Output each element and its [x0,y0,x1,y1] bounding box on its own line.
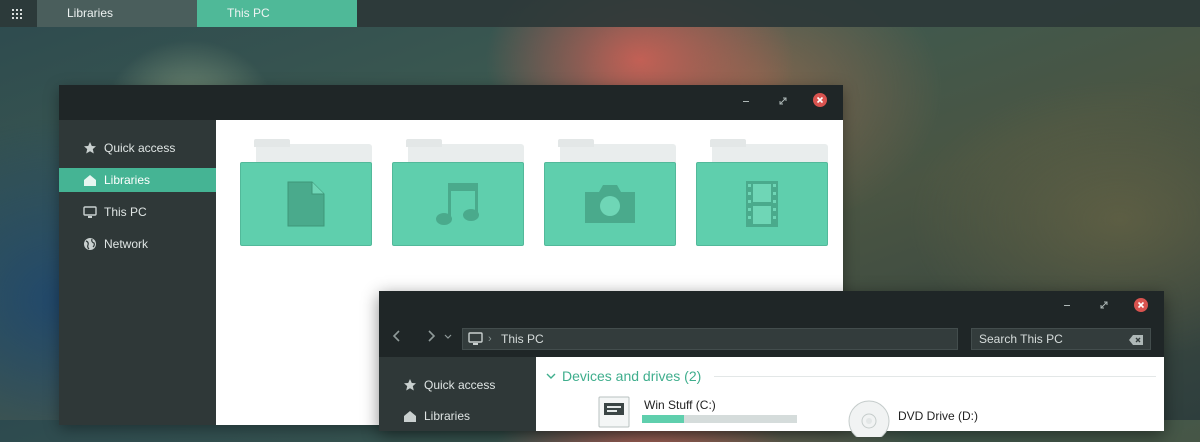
group-divider [714,376,1156,377]
drive-usage-fill [642,415,684,423]
camera-icon [585,185,635,223]
globe-icon [83,237,97,251]
back-arrow-icon [392,330,400,342]
close-button[interactable] [813,93,827,107]
taskbar-item-libraries[interactable]: Libraries [37,0,197,27]
nav-item-label: Network [104,237,149,251]
home-icon [83,173,97,187]
maximize-button[interactable] [1095,297,1113,315]
nav-item-label: Quick access [104,141,176,155]
forward-button[interactable] [422,329,440,347]
drive-name[interactable]: Win Stuff (C:) [644,398,716,412]
group-title: Devices and drives (2) [562,368,702,384]
library-folder-pictures[interactable] [544,139,676,246]
nav-item-quick-access[interactable]: Quick access [59,136,216,160]
library-folder-music[interactable] [392,139,524,246]
taskbar-item-this-pc[interactable]: This PC [197,0,357,27]
nav-item-label: Libraries [104,173,151,187]
search-box[interactable]: Search This PC [971,328,1151,350]
monitor-icon [468,332,483,351]
monitor-icon [83,205,97,219]
title-bar [379,291,1164,321]
drive-name[interactable]: DVD Drive (D:) [898,409,978,423]
minimize-button[interactable] [1058,297,1076,315]
library-folder-videos[interactable] [696,139,828,246]
minimize-icon [743,101,749,102]
address-field[interactable]: › This PC [462,328,958,350]
address-bar-area: › This PC Search This PC [379,321,1164,357]
film-icon [746,181,778,227]
recent-locations-button[interactable] [443,329,453,347]
chevron-down-icon [546,373,556,379]
nav-item-label: Quick access [424,378,496,392]
maximize-button[interactable] [774,93,792,111]
nav-item-label: This PC [104,205,147,219]
nav-item-libraries[interactable]: Libraries [59,168,216,192]
nav-item-quick-access[interactable]: Quick access [379,373,536,397]
nav-item-this-pc[interactable]: This PC [59,200,216,224]
app-grid-icon [12,8,22,19]
maximize-icon [1100,301,1108,309]
close-icon [816,96,824,104]
devices-group-header[interactable]: Devices and drives (2) [546,368,701,384]
close-icon [1137,301,1145,309]
star-icon [403,378,417,392]
minimize-button[interactable] [737,93,755,111]
forward-arrow-icon [428,330,436,342]
drive-usage-bar [642,415,797,423]
document-icon [287,181,325,227]
minimize-icon [1064,305,1070,306]
maximize-icon [779,97,787,105]
breadcrumb-separator-icon: › [488,333,492,345]
title-bar [59,85,843,120]
nav-item-libraries[interactable]: Libraries [379,404,536,428]
address-path[interactable]: This PC [501,329,544,349]
star-icon [83,141,97,155]
this-pc-window: › This PC Search This PC Quick access Li… [379,291,1164,442]
clear-search-icon[interactable] [1128,333,1144,351]
nav-item-network[interactable]: Network [59,232,216,256]
library-folder-documents[interactable] [240,139,372,246]
nav-item-label: Libraries [424,409,471,423]
search-placeholder: Search This PC [979,332,1063,346]
navigation-pane: Quick access Libraries This PC Network [59,120,216,425]
hard-drive-icon[interactable] [596,395,632,434]
taskbar: Libraries This PC [0,0,1200,27]
home-icon [403,409,417,423]
back-button[interactable] [388,329,406,347]
music-icon [436,183,479,225]
app-grid-button[interactable] [0,0,34,27]
close-button[interactable] [1134,298,1148,312]
chevron-down-icon [444,334,452,339]
